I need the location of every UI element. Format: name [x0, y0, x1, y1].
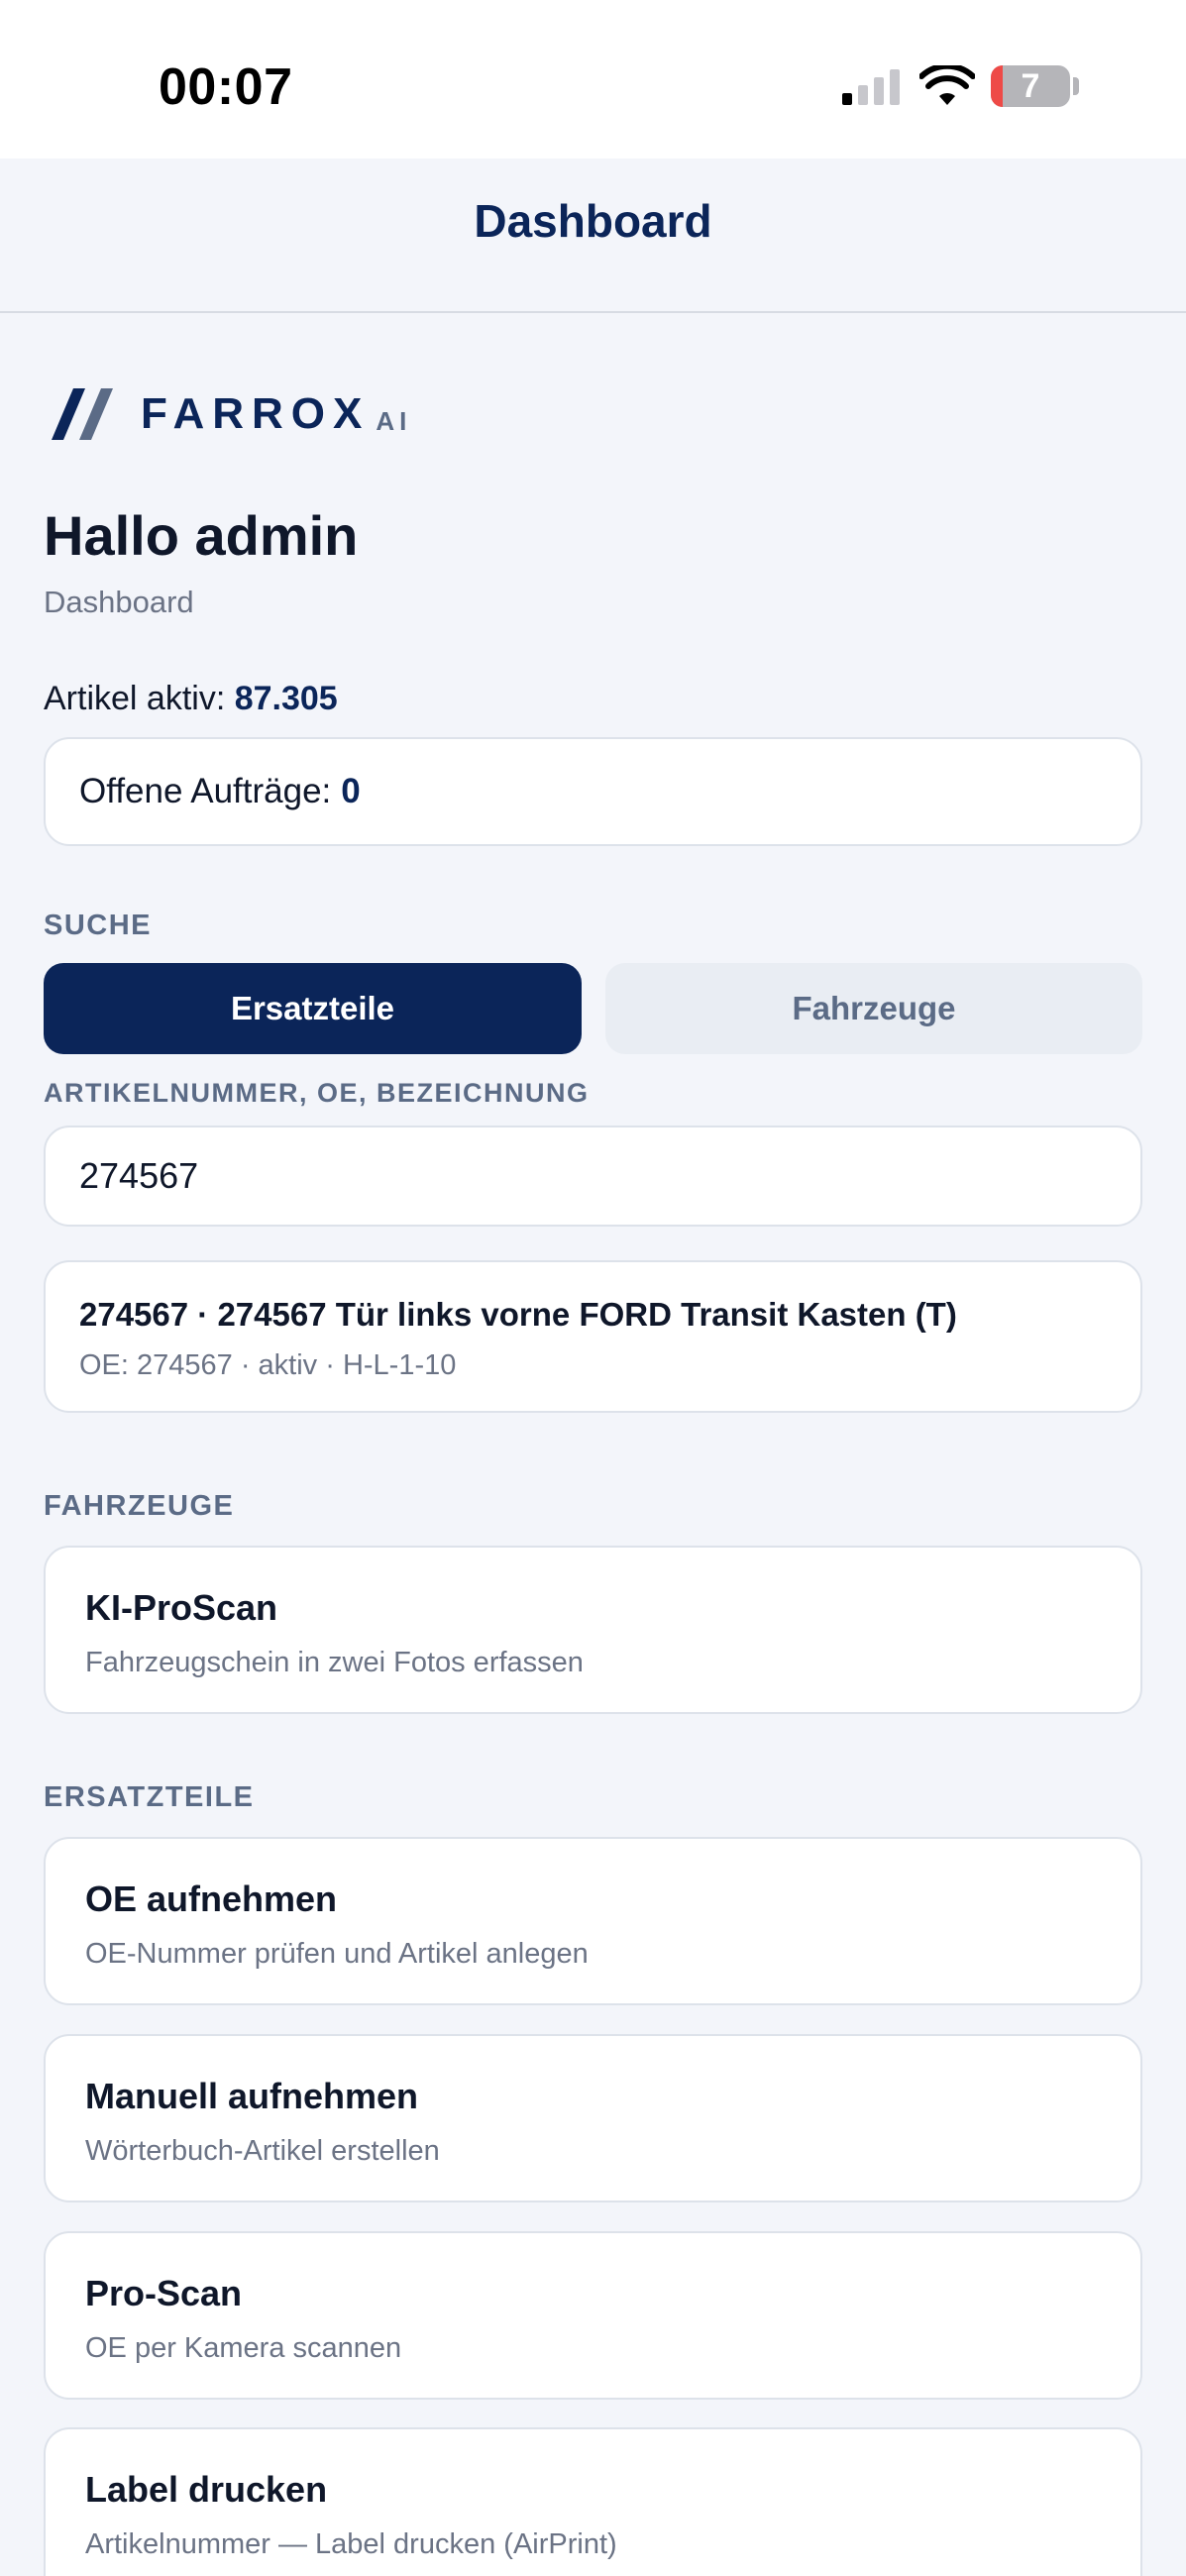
tile-title: Label drucken	[85, 2469, 328, 2510]
page-title: Dashboard	[474, 195, 712, 247]
tab-ersatzteile[interactable]: Ersatzteile	[44, 963, 582, 1054]
ki-proscan-tile[interactable]: KI-ProScan Fahrzeugschein in zwei Fotos …	[44, 1546, 1142, 1714]
status-bar: 00:07 7 Dashboard	[0, 0, 1186, 247]
oe-aufnehmen-tile[interactable]: OE aufnehmen OE-Nummer prüfen und Artike…	[44, 1837, 1142, 2005]
battery-cap	[1073, 77, 1079, 95]
tile-subtitle: Artikelnummer — Label drucken (AirPrint)	[85, 2528, 617, 2560]
result-title: 274567 · 274567 Tür links vorne FORD Tra…	[79, 1296, 957, 1333]
nav-divider	[0, 311, 1186, 313]
tile-title: KI-ProScan	[85, 1587, 278, 1628]
battery-level: 7	[1021, 66, 1040, 105]
tile-subtitle: OE-Nummer prüfen und Artikel anlegen	[85, 1938, 589, 1970]
wifi-icon	[919, 65, 975, 105]
brand-logo: FARROX AI	[52, 386, 411, 442]
status-time: 00:07	[159, 58, 293, 116]
search-result-item[interactable]: 274567 · 274567 Tür links vorne FORD Tra…	[44, 1260, 1142, 1413]
manuell-aufnehmen-tile[interactable]: Manuell aufnehmen Wörterbuch-Artikel ers…	[44, 2034, 1142, 2202]
brand-suffix: AI	[376, 405, 412, 436]
result-subtitle: OE: 274567 · aktiv · H-L-1-10	[79, 1349, 457, 1381]
tile-subtitle: Wörterbuch-Artikel erstellen	[85, 2135, 440, 2167]
pro-scan-tile[interactable]: Pro-Scan OE per Kamera scannen	[44, 2231, 1142, 2400]
tile-subtitle: OE per Kamera scannen	[85, 2332, 402, 2364]
articles-value: 87.305	[234, 680, 338, 717]
tile-subtitle: Fahrzeugschein in zwei Fotos erfassen	[85, 1647, 584, 1678]
search-section-label: SUCHE	[44, 910, 153, 941]
label-drucken-tile[interactable]: Label drucken Artikelnummer — Label druc…	[44, 2427, 1142, 2576]
tile-title: OE aufnehmen	[85, 1878, 338, 1919]
signal-icon	[842, 69, 900, 105]
open-orders-card[interactable]: Offene Aufträge: 0	[44, 737, 1142, 846]
vehicles-section-label: FAHRZEUGE	[44, 1490, 235, 1522]
brand-name: FARROX	[141, 389, 371, 438]
search-input[interactable]: 274567	[44, 1126, 1142, 1227]
tab-fahrzeuge[interactable]: Fahrzeuge	[605, 963, 1142, 1054]
battery-icon: 7	[991, 65, 1070, 107]
articles-active: Artikel aktiv: 87.305	[44, 680, 338, 718]
tile-title: Pro-Scan	[85, 2273, 243, 2313]
articles-label: Artikel aktiv:	[44, 680, 226, 717]
parts-section-label: ERSATZTEILE	[44, 1781, 255, 1813]
tile-title: Manuell aufnehmen	[85, 2076, 419, 2116]
farrox-logo-mark	[52, 388, 113, 440]
page-subtitle: Dashboard	[44, 585, 194, 619]
open-orders-value: 0	[341, 772, 361, 810]
search-field-label: ARTIKELNUMMER, OE, BEZEICHNUNG	[44, 1078, 590, 1108]
greeting: Hallo admin	[44, 504, 359, 567]
open-orders-label: Offene Aufträge:	[79, 772, 332, 810]
